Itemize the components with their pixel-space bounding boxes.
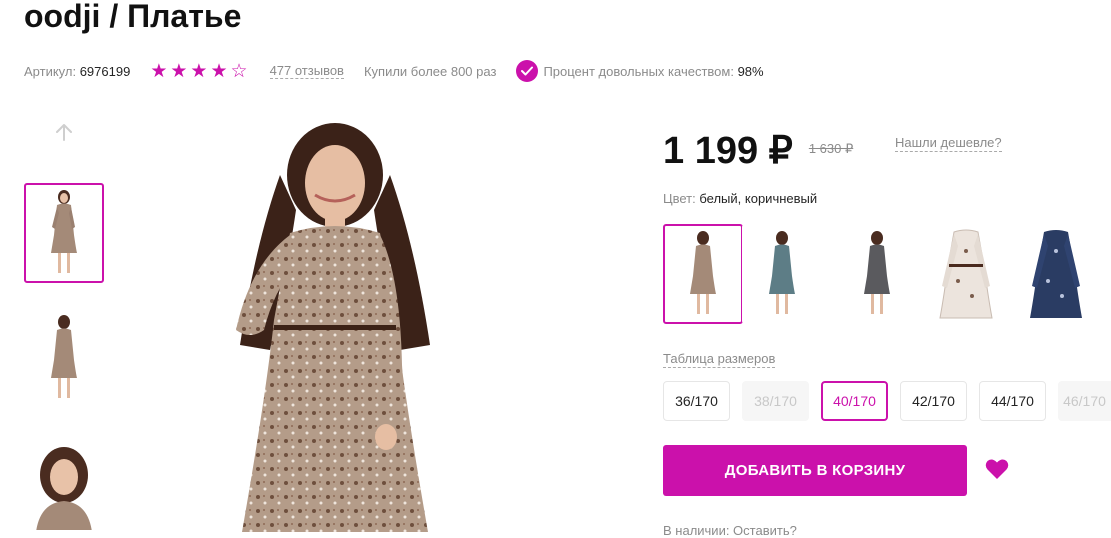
gallery-thumb-2[interactable] <box>24 308 104 408</box>
dress-variant-image <box>690 231 716 314</box>
quality-info: Процент довольных качеством: 98% <box>516 60 764 82</box>
product-meta: Артикул: 6976199 ★ ★ ★ ★ ☆ 477 отзывов К… <box>24 60 764 82</box>
size-option[interactable]: 36/170 <box>663 381 730 421</box>
article-value: 6976199 <box>79 63 131 79</box>
dress-variant-image <box>864 231 890 314</box>
color-variant-4[interactable] <box>926 224 1006 324</box>
size-option[interactable]: 46/170 <box>1058 381 1111 421</box>
gallery-thumb-3[interactable] <box>24 445 104 532</box>
reviews-link[interactable]: 477 отзывов <box>269 63 344 79</box>
article-label: Артикул: <box>24 63 77 79</box>
found-cheaper-link[interactable]: Нашли дешевле? <box>895 135 1002 152</box>
color-variant-5[interactable] <box>1016 224 1096 324</box>
gallery-thumb-1[interactable] <box>24 183 104 283</box>
color-value: белый, коричневый <box>699 191 818 206</box>
size-option[interactable]: 42/170 <box>900 381 967 421</box>
add-to-cart-button[interactable]: ДОБАВИТЬ В КОРЗИНУ <box>663 445 967 496</box>
star-icon: ★ <box>210 60 228 82</box>
star-icon: ★ <box>150 60 168 82</box>
size-option[interactable]: 38/170 <box>742 381 809 421</box>
product-title: oodji / Платье <box>24 0 242 34</box>
color-variant-2[interactable] <box>742 224 822 324</box>
bought-count: Купили более 800 раз <box>363 63 497 79</box>
check-icon <box>516 60 539 82</box>
color-variant-3[interactable] <box>837 224 917 324</box>
dress-main-image <box>236 123 430 532</box>
star-icon: ★ <box>190 60 208 82</box>
rating-stars[interactable]: ★ ★ ★ ★ ☆ <box>150 62 247 81</box>
dress-variant-image <box>769 231 795 314</box>
dress-variant-image <box>939 229 993 319</box>
quality-label: Процент довольных качеством: <box>543 63 734 79</box>
size-option[interactable]: 40/170 <box>821 381 888 421</box>
availability-text: В наличии: Оставить? <box>663 523 797 538</box>
main-product-photo[interactable] <box>170 115 500 532</box>
color-label: Цвет: <box>663 191 696 206</box>
size-table-link[interactable]: Таблица размеров <box>663 351 776 368</box>
dress-thumbnail-image <box>36 447 92 530</box>
current-price: 1 199 ₽ <box>663 130 793 172</box>
old-price: 1 630 ₽ <box>808 141 854 156</box>
heart-icon[interactable] <box>985 458 1009 480</box>
dress-thumbnail-image <box>51 315 77 398</box>
size-option[interactable]: 44/170 <box>979 381 1046 421</box>
price-row: 1 199 ₽ 1 630 ₽ <box>663 128 853 173</box>
dress-variant-image <box>1030 230 1082 318</box>
arrow-up-icon[interactable] <box>52 120 76 144</box>
quality-value: 98% <box>737 63 764 79</box>
color-info: Цвет: белый, коричневый <box>663 191 817 206</box>
color-variant-1[interactable] <box>663 224 743 324</box>
star-empty-icon: ☆ <box>230 60 248 82</box>
star-icon: ★ <box>170 60 188 82</box>
dress-thumbnail-image <box>51 190 77 273</box>
